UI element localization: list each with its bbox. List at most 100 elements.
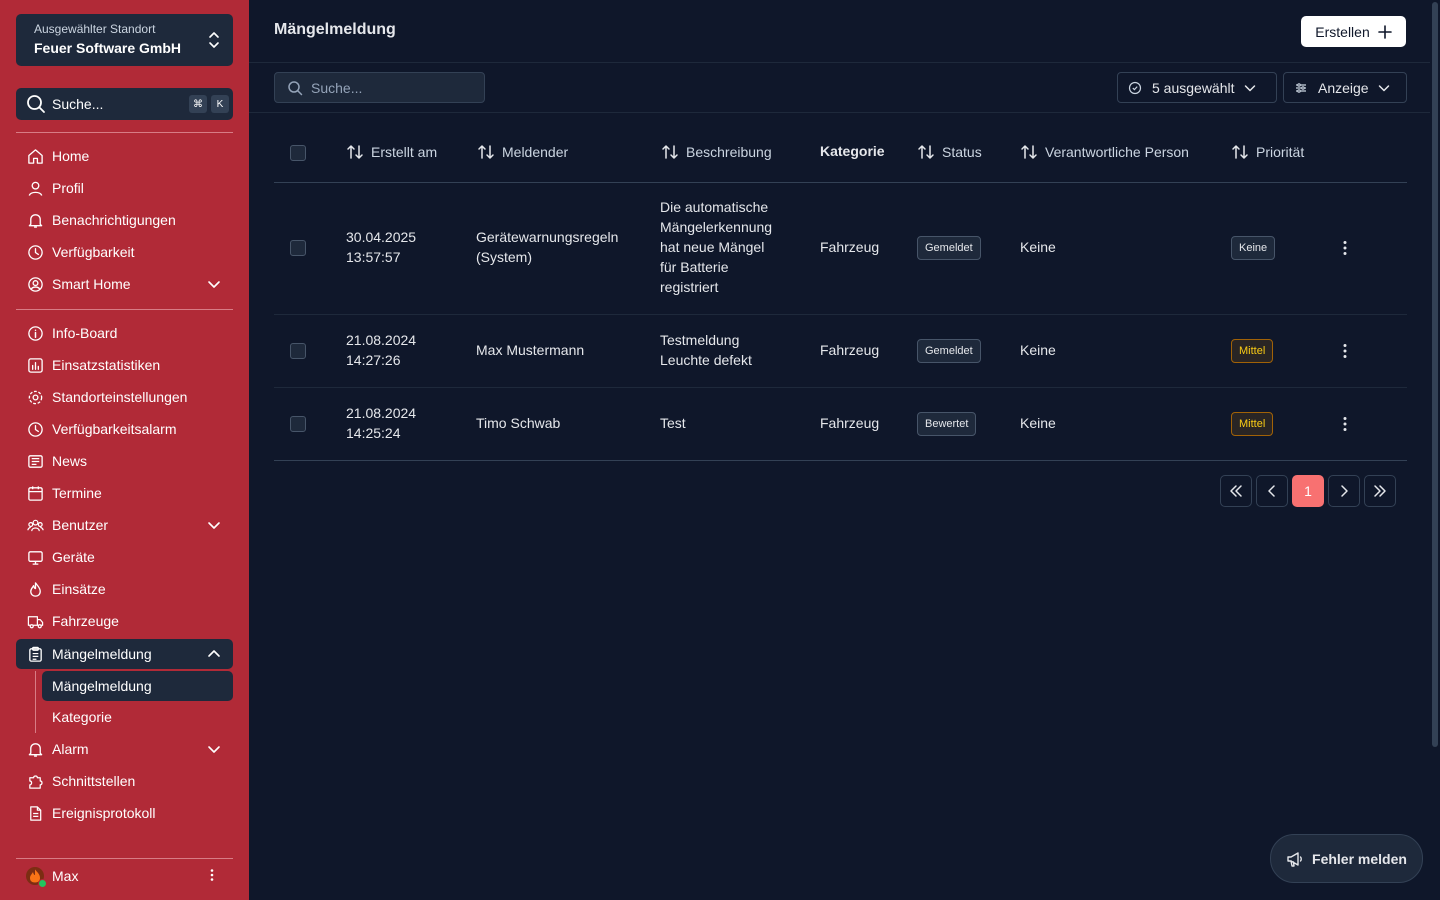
column-header-status[interactable]: Status	[917, 143, 982, 161]
more-vertical-icon[interactable]	[1337, 343, 1353, 359]
next-page-button[interactable]	[1328, 475, 1360, 507]
site-selector[interactable]: Ausgewählter Standort Feuer Software Gmb…	[16, 14, 233, 66]
plus-icon	[1377, 24, 1392, 39]
column-header-responsible[interactable]: Verantwortliche Person	[1020, 143, 1189, 161]
truck-icon	[26, 612, 44, 630]
sidebar-item-label: Einsatzstatistiken	[52, 357, 161, 373]
cell-description-line: Testmeldung	[660, 332, 740, 348]
more-vertical-icon[interactable]	[1337, 240, 1353, 256]
cell-responsible: Keine	[1020, 415, 1056, 431]
bell-icon	[26, 740, 44, 758]
column-header-priority[interactable]: Priorität	[1231, 143, 1304, 161]
sidebar-item-maengelmeldung[interactable]: Mängelmeldung	[16, 639, 233, 669]
status-badge: Bewertet	[917, 412, 977, 436]
sidebar-item-ereignisprotokoll[interactable]: Ereignisprotokoll	[16, 798, 233, 828]
user-menu[interactable]: Max	[16, 862, 233, 890]
page-title: Mängelmeldung	[274, 21, 396, 38]
cell-responsible: Keine	[1020, 342, 1056, 358]
sidebar-item-benutzer[interactable]: Benutzer	[16, 510, 233, 540]
table-row[interactable]: 21.08.2024 14:27:26 Max Mustermann Testm…	[274, 315, 1407, 388]
sort-icon	[478, 145, 494, 159]
chevron-down-icon	[1378, 84, 1389, 91]
column-header-label: Meldender	[502, 144, 569, 160]
sidebar-item-einsatzstatistiken[interactable]: Einsatzstatistiken	[16, 350, 233, 380]
site-selector-label: Ausgewählter Standort	[34, 22, 156, 36]
table-search[interactable]	[274, 72, 485, 103]
sidebar-item-standorteinstellungen[interactable]: Standorteinstellungen	[16, 382, 233, 412]
submenu-line	[35, 671, 36, 733]
main-content: Mängelmeldung Erstellen 5 ausgewählt Anz…	[249, 0, 1440, 900]
sidebar-item-profil[interactable]: Profil	[16, 173, 233, 203]
sidebar-item-alarm[interactable]: Alarm	[16, 734, 233, 764]
column-header-description[interactable]: Beschreibung	[661, 143, 772, 161]
row-checkbox[interactable]	[290, 416, 306, 432]
kbd-command: ⌘	[189, 95, 207, 113]
sidebar-item-fahrzeuge[interactable]: Fahrzeuge	[16, 606, 233, 636]
report-bug-label: Fehler melden	[1312, 850, 1407, 867]
column-header-reporter[interactable]: Meldender	[477, 143, 568, 161]
info-icon	[26, 324, 44, 342]
users-icon	[26, 516, 44, 534]
select-all-checkbox[interactable]	[290, 145, 306, 161]
column-header-created[interactable]: Erstellt am	[346, 143, 437, 161]
sidebar-item-label: Verfügbarkeit	[52, 244, 135, 260]
pagination: 1	[1220, 475, 1396, 507]
clock-icon	[26, 420, 44, 438]
cell-description: Testmeldung Leuchte defekt	[660, 330, 752, 370]
sidebar-item-geraete[interactable]: Geräte	[16, 542, 233, 572]
bar-chart-icon	[26, 356, 44, 374]
cell-category: Fahrzeug	[820, 239, 880, 255]
table-row[interactable]: 30.04.2025 13:57:57 Gerätewarnungsregeln…	[274, 183, 1407, 315]
cell-reporter-line: Gerätewarnungsregeln	[476, 229, 619, 245]
view-options-button[interactable]: Anzeige	[1283, 72, 1407, 103]
sidebar-item-einsaetze[interactable]: Einsätze	[16, 574, 233, 604]
scrollbar-thumb[interactable]	[1432, 2, 1438, 747]
sidebar-item-label: Mängelmeldung	[52, 646, 152, 662]
cell-description-line: Mängelerkennung	[660, 219, 773, 235]
row-checkbox[interactable]	[290, 240, 306, 256]
megaphone-icon	[1287, 851, 1302, 867]
sidebar-item-termine[interactable]: Termine	[16, 478, 233, 508]
home-icon	[26, 147, 44, 165]
more-vertical-icon[interactable]	[1337, 416, 1353, 432]
scrollbar[interactable]	[1430, 0, 1440, 900]
cell-responsible: Keine	[1020, 239, 1056, 255]
kbd-k: K	[211, 95, 229, 113]
sidebar-item-label: Verfügbarkeitsalarm	[52, 421, 177, 437]
table-row[interactable]: 21.08.2024 14:25:24 Timo Schwab Test Fah…	[274, 388, 1407, 461]
sidebar-item-home[interactable]: Home	[16, 141, 233, 171]
cell-reporter: Timo Schwab	[476, 415, 561, 431]
sidebar-subitem-kategorie[interactable]: Kategorie	[42, 702, 233, 732]
sidebar-subitem-maengelmeldung[interactable]: Mängelmeldung	[42, 671, 233, 701]
sidebar-search[interactable]: Suche... ⌘ K	[16, 88, 233, 120]
flame-icon	[26, 580, 44, 598]
sidebar-item-label: Profil	[52, 180, 84, 196]
sidebar-item-info-board[interactable]: Info-Board	[16, 318, 233, 348]
sidebar-subitem-label: Mängelmeldung	[52, 678, 152, 694]
create-button[interactable]: Erstellen	[1301, 16, 1406, 47]
sidebar-item-smart-home[interactable]: Smart Home	[16, 269, 233, 299]
status-badge: Gemeldet	[917, 339, 981, 363]
sidebar-item-news[interactable]: News	[16, 446, 233, 476]
sort-icon	[662, 145, 678, 159]
first-page-button[interactable]	[1220, 475, 1252, 507]
column-header-label: Erstellt am	[371, 144, 438, 160]
sidebar-item-schnittstellen[interactable]: Schnittstellen	[16, 766, 233, 796]
page-button-current[interactable]: 1	[1292, 475, 1324, 507]
sidebar-item-verfuegbarkeit[interactable]: Verfügbarkeit	[16, 237, 233, 267]
last-page-button[interactable]	[1364, 475, 1396, 507]
sidebar-item-verfuegbarkeitsalarm[interactable]: Verfügbarkeitsalarm	[16, 414, 233, 444]
avatar	[26, 867, 47, 888]
more-vertical-icon[interactable]	[205, 868, 219, 882]
cell-description-line: Leuchte defekt	[660, 352, 752, 368]
table-search-input[interactable]	[311, 79, 471, 96]
sidebar-item-benachrichtigungen[interactable]: Benachrichtigungen	[16, 205, 233, 235]
row-checkbox[interactable]	[290, 343, 306, 359]
cell-time: 14:27:26	[346, 352, 401, 368]
column-filter-button[interactable]: 5 ausgewählt	[1117, 72, 1277, 103]
prev-page-button[interactable]	[1256, 475, 1288, 507]
sidebar-divider	[16, 858, 233, 859]
sidebar-item-label: Home	[52, 148, 90, 164]
create-button-label: Erstellen	[1315, 23, 1370, 40]
report-bug-button[interactable]: Fehler melden	[1270, 834, 1423, 883]
